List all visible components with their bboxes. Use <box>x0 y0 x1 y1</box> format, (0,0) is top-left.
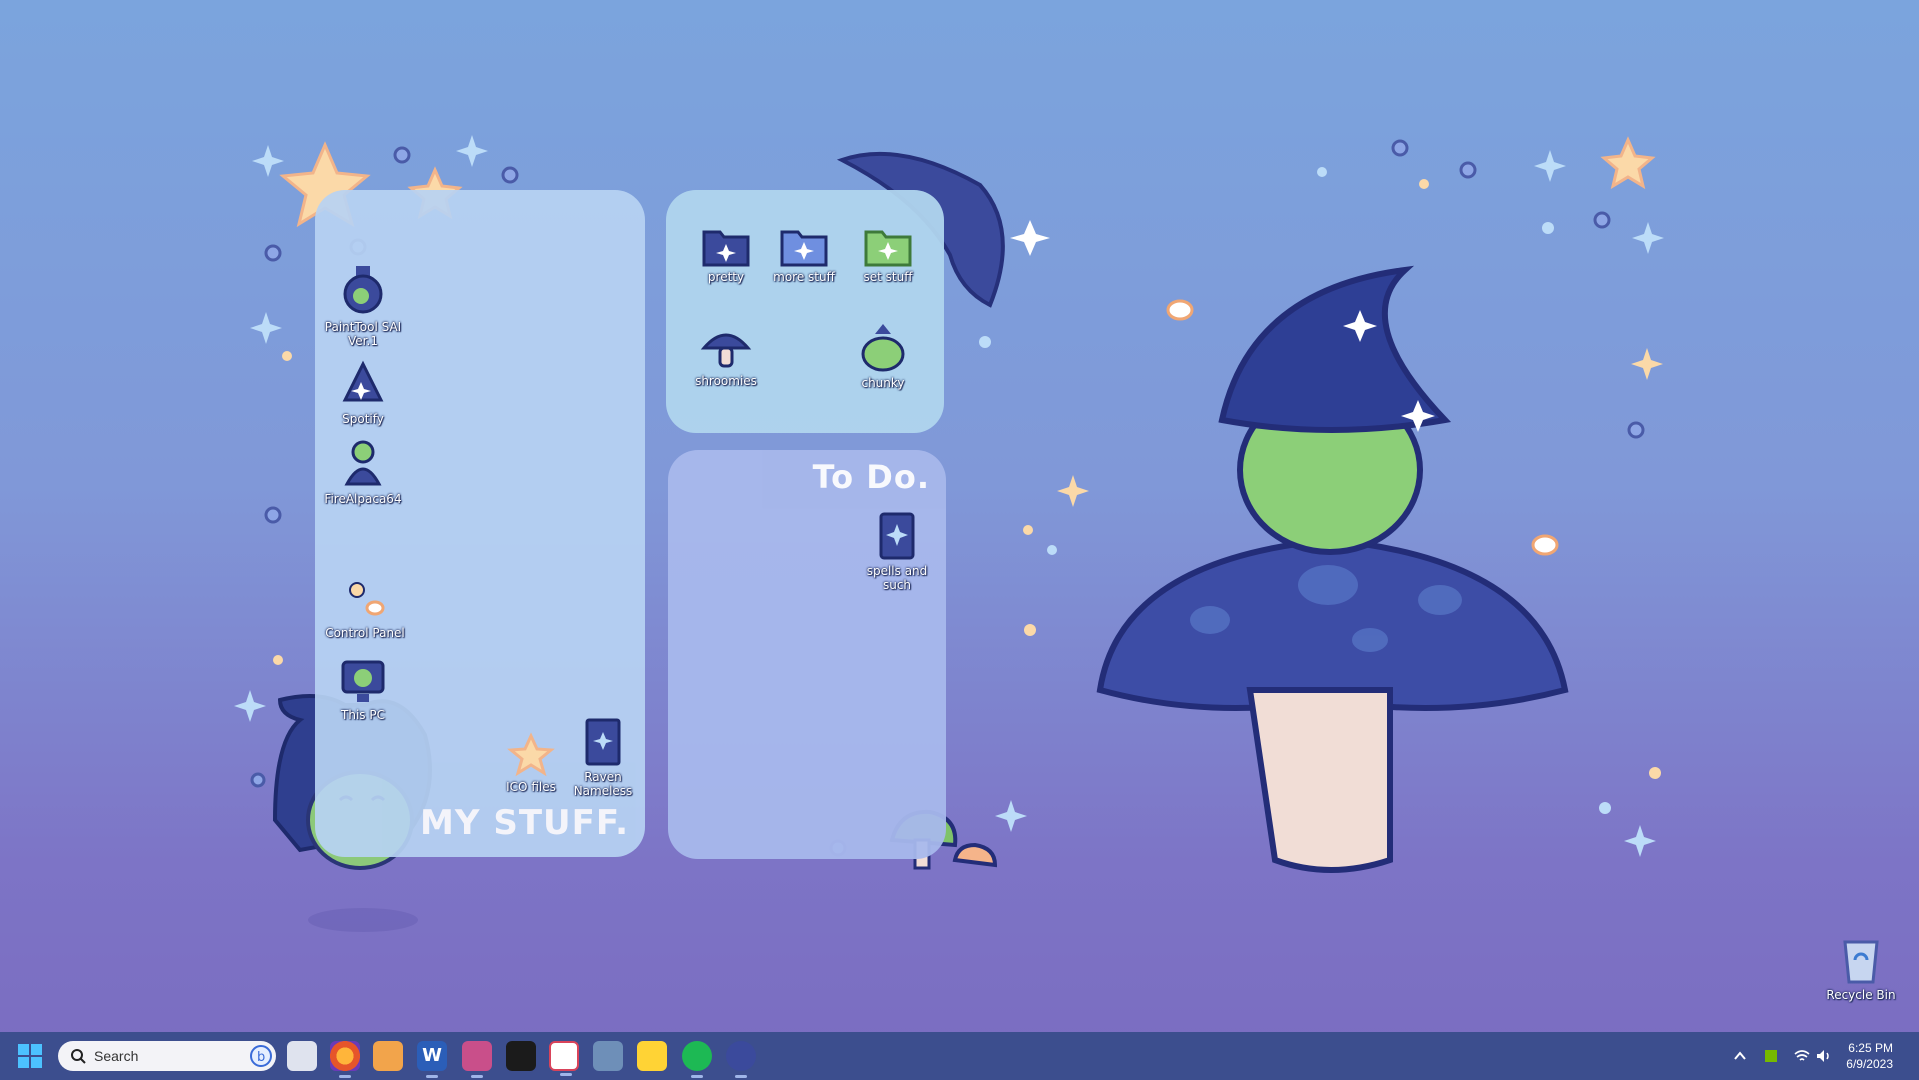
todo-title: To Do. <box>812 458 930 496</box>
firealpaca-shortcut[interactable]: FireAlpaca64 <box>320 438 406 506</box>
clock-time: 6:25 PM <box>1848 1041 1893 1055</box>
clock-date: 6/9/2023 <box>1846 1057 1893 1071</box>
volume-icon[interactable] <box>1815 1048 1831 1064</box>
snipping-tool-icon[interactable] <box>549 1041 579 1076</box>
mushroom-icon <box>700 333 752 368</box>
chevron-up-icon[interactable] <box>1733 1049 1747 1063</box>
shroomies-folder[interactable]: shroomies <box>683 322 769 388</box>
icon-label: spells and such <box>866 564 928 592</box>
bing-icon[interactable]: b <box>250 1045 272 1067</box>
calculator-icon[interactable] <box>593 1041 623 1071</box>
task-view-icon[interactable] <box>287 1041 317 1071</box>
icon-label: more stuff <box>773 270 835 284</box>
wifi-icon[interactable] <box>1793 1048 1811 1064</box>
wizard-hat-icon <box>342 360 384 402</box>
desktop[interactable]: MY STUFF. To Do. PaintTool SAI Ver.1 Spo… <box>0 0 1919 1032</box>
recycle-bin[interactable]: Recycle Bin <box>1818 934 1904 1002</box>
document-icon <box>585 718 621 766</box>
chunky-folder[interactable]: chunky <box>840 324 926 390</box>
monitor-frog-icon <box>341 660 385 702</box>
my-stuff-title: MY STUFF. <box>420 803 629 843</box>
icon-label: Raven Nameless <box>573 770 633 798</box>
paint-tool-icon[interactable] <box>726 1041 756 1078</box>
icon-label: Control Panel <box>325 626 405 640</box>
icon-label: PaintTool SAI Ver.1 <box>324 320 402 348</box>
icon-label: Recycle Bin <box>1826 988 1896 1002</box>
folder-icon <box>864 230 912 267</box>
media-player-icon[interactable] <box>373 1041 403 1071</box>
svg-text:b: b <box>257 1050 265 1065</box>
firefox-icon[interactable] <box>330 1041 360 1078</box>
spellbook-icon <box>879 512 915 560</box>
word-icon[interactable]: W <box>417 1041 447 1078</box>
more-stuff-folder[interactable]: more stuff <box>761 224 847 284</box>
sticky-notes-icon[interactable] <box>637 1041 667 1071</box>
paint-tool-sai-shortcut[interactable]: PaintTool SAI Ver.1 <box>320 262 406 348</box>
terminal-icon[interactable] <box>506 1041 536 1071</box>
pretty-folder[interactable]: pretty <box>683 224 769 284</box>
icon-label: chunky <box>861 376 905 390</box>
icon-label: FireAlpaca64 <box>324 492 402 506</box>
spells-and-such-file[interactable]: spells and such <box>854 512 940 592</box>
potion-bottle-icon <box>343 266 383 314</box>
icon-label: This PC <box>341 708 385 722</box>
icon-label: shroomies <box>695 374 757 388</box>
fairy-icon <box>349 582 385 616</box>
search-placeholder: Search <box>94 1048 139 1064</box>
star-icon <box>507 732 555 777</box>
spotify-icon[interactable] <box>682 1041 712 1078</box>
clock[interactable]: 6:25 PM 6/9/2023 <box>1846 1040 1893 1072</box>
search-box[interactable]: Search b <box>58 1041 276 1071</box>
folder-icon <box>702 230 750 267</box>
set-stuff-folder[interactable]: set stuff <box>845 224 931 284</box>
control-panel-shortcut[interactable]: Control Panel <box>322 574 408 640</box>
search-icon <box>71 1049 86 1064</box>
folder-icon <box>780 230 828 267</box>
icon-label: pretty <box>707 270 745 284</box>
this-pc-shortcut[interactable]: This PC <box>320 656 406 722</box>
recycle-bin-icon <box>1843 940 1879 984</box>
icon-label: set stuff <box>863 270 913 284</box>
icon-label: Spotify <box>342 412 384 426</box>
wallpaper-decoration <box>234 135 1664 932</box>
app-icon[interactable] <box>462 1041 492 1078</box>
taskbar: Search b W 6:25 PM 6/9/2023 <box>0 1032 1919 1080</box>
nvidia-icon[interactable] <box>1763 1048 1779 1064</box>
frog-mushroom-icon <box>344 440 382 486</box>
start-button[interactable] <box>18 1044 42 1068</box>
frog-icon <box>861 324 905 372</box>
raven-nameless-file[interactable]: Raven Nameless <box>560 718 646 798</box>
spotify-shortcut[interactable]: Spotify <box>320 360 406 426</box>
